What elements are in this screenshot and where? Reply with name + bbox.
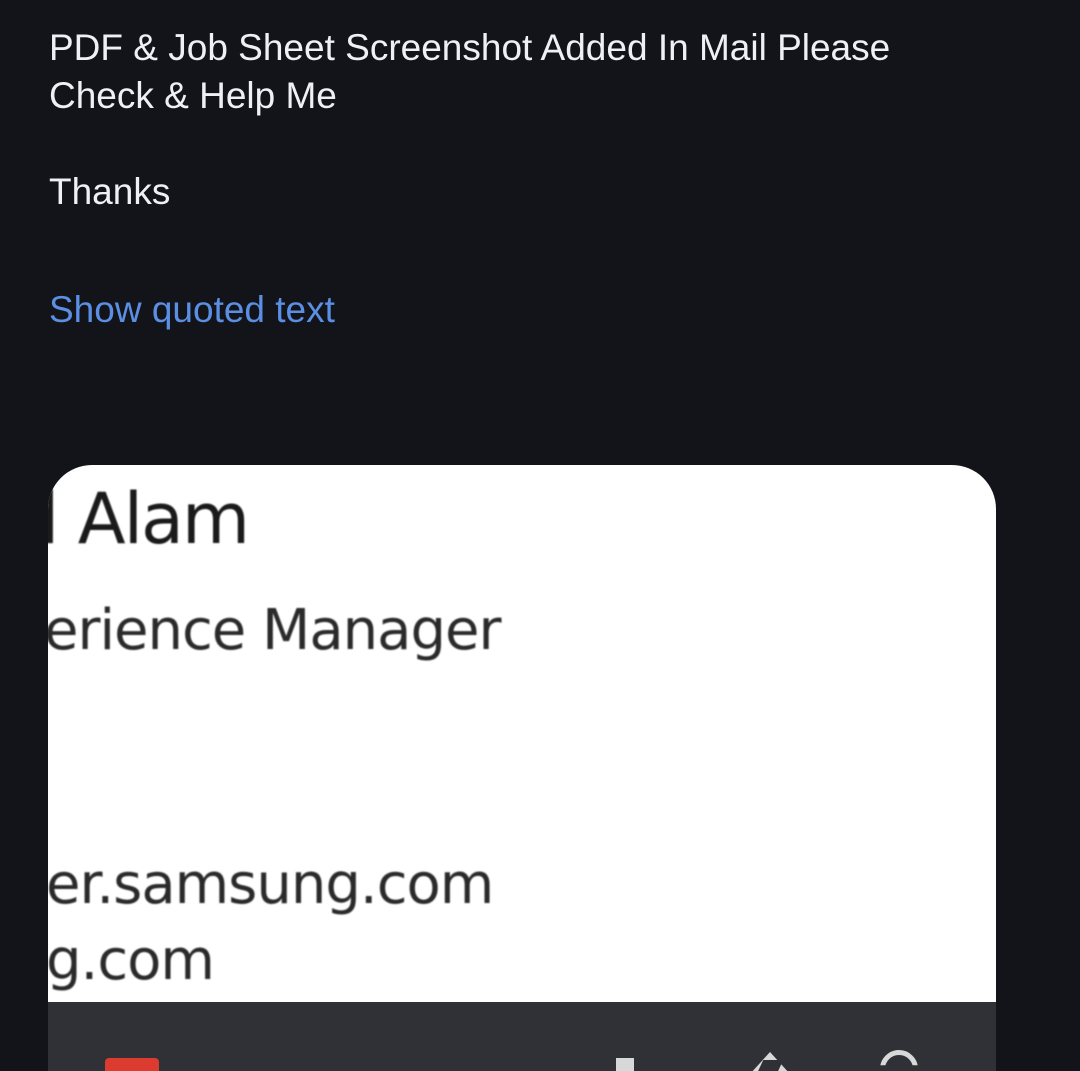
download-icon[interactable] xyxy=(616,1058,634,1071)
email-signoff: Thanks xyxy=(49,171,171,212)
email-body-line: PDF & Job Sheet Screenshot Added In Mail… xyxy=(49,27,891,68)
drive-icon[interactable] xyxy=(750,1052,790,1071)
email-body: PDF & Job Sheet Screenshot Added In Mail… xyxy=(49,24,1009,216)
attachment-action-bar xyxy=(48,1002,996,1071)
photos-icon[interactable] xyxy=(880,1050,918,1066)
pdf-file-icon xyxy=(105,1058,159,1071)
show-quoted-text-link[interactable]: Show quoted text xyxy=(49,286,335,334)
email-body-line: Check & Help Me xyxy=(49,75,337,116)
preview-website-text: er.samsung.com xyxy=(48,852,494,917)
preview-email-text: g.com xyxy=(48,928,215,993)
preview-title-text: erience Manager xyxy=(48,598,501,663)
attachment-preview-card[interactable]: l Alam erience Manager er.samsung.com g.… xyxy=(48,465,996,1071)
preview-name-text: l Alam xyxy=(48,478,250,560)
